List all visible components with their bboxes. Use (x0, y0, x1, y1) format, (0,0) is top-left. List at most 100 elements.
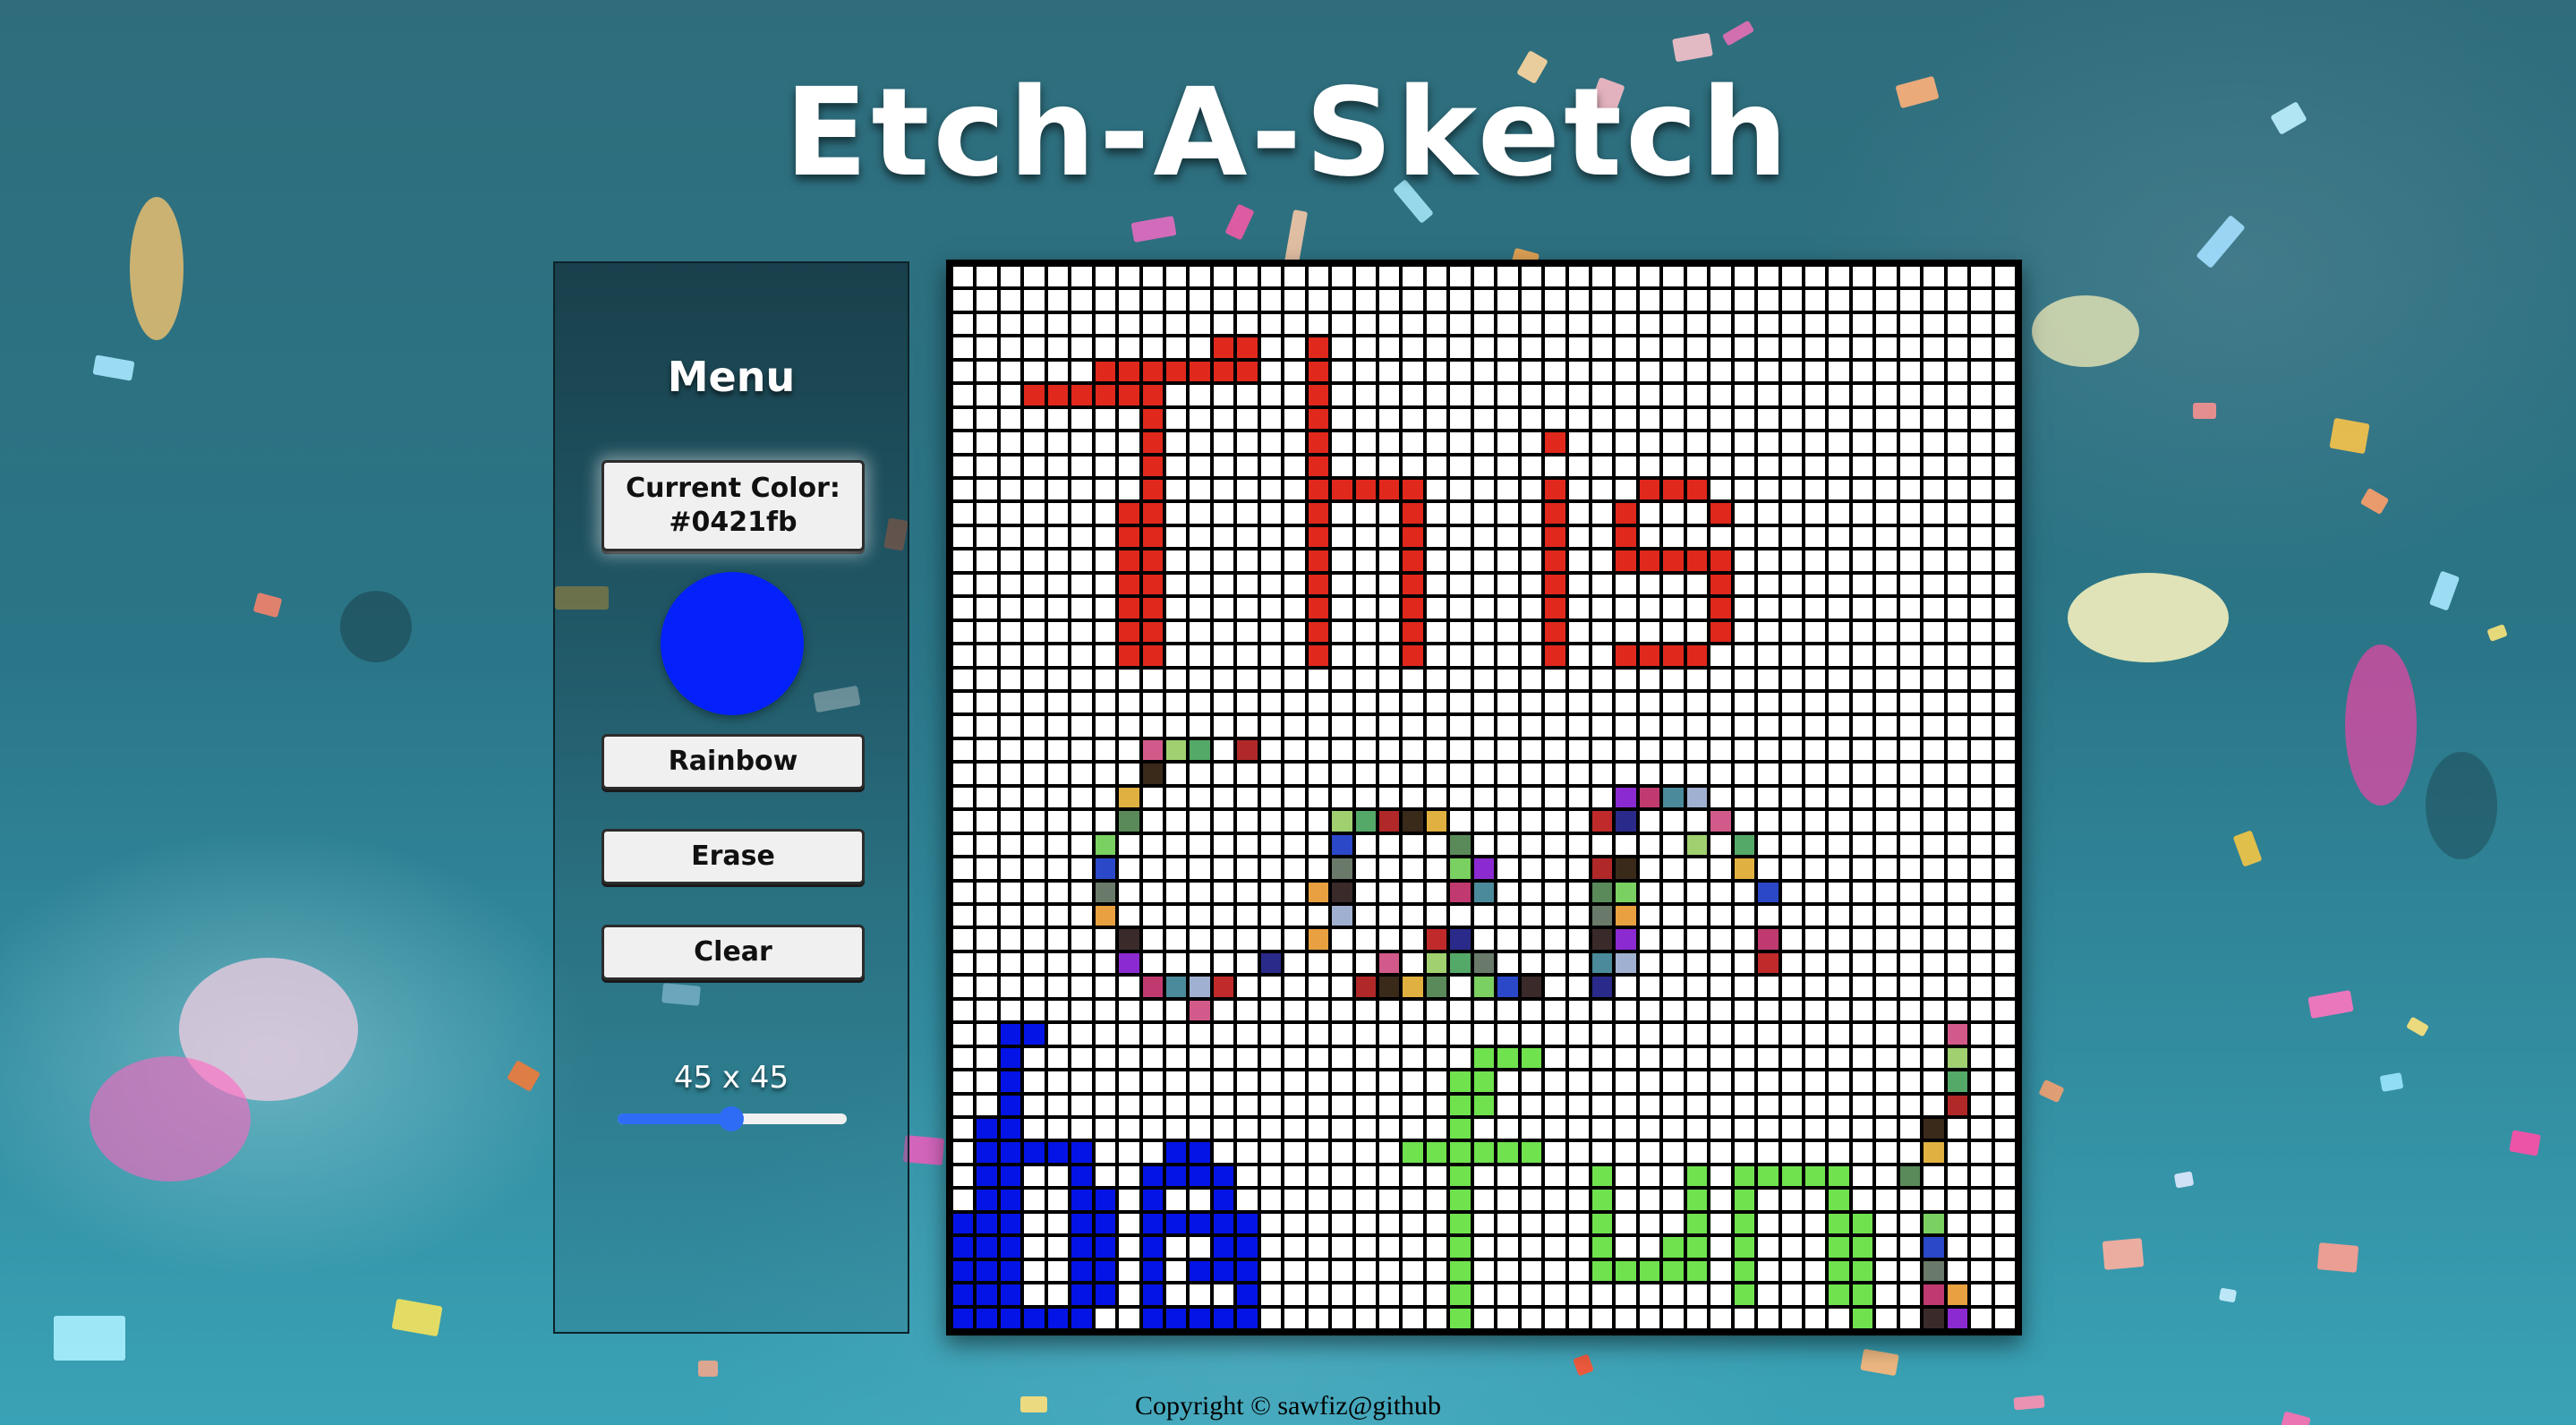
grid-cell[interactable] (1260, 811, 1282, 832)
grid-cell[interactable] (1686, 811, 1708, 832)
grid-cell[interactable] (1758, 811, 1778, 832)
grid-cell[interactable] (1142, 1095, 1163, 1115)
grid-cell[interactable] (1379, 739, 1400, 761)
grid-cell[interactable] (1237, 716, 1258, 737)
grid-cell[interactable] (1899, 693, 1921, 713)
grid-cell[interactable] (1639, 621, 1660, 643)
grid-cell[interactable] (1616, 764, 1636, 784)
grid-cell[interactable] (1213, 408, 1234, 430)
grid-cell[interactable] (1355, 669, 1376, 689)
grid-cell[interactable] (1213, 977, 1234, 997)
grid-cell[interactable] (1663, 1000, 1684, 1021)
grid-cell[interactable] (1071, 882, 1092, 902)
grid-cell[interactable] (1971, 1024, 1992, 1045)
grid-cell[interactable] (977, 858, 997, 879)
grid-cell[interactable] (1947, 858, 1968, 879)
grid-cell[interactable] (1852, 1165, 1873, 1187)
grid-cell[interactable] (1095, 456, 1116, 476)
grid-cell[interactable] (1213, 811, 1234, 832)
grid-cell[interactable] (1213, 1071, 1234, 1092)
grid-cell[interactable] (1805, 977, 1826, 997)
grid-cell[interactable] (1971, 1119, 1992, 1139)
grid-cell[interactable] (1639, 739, 1660, 761)
grid-cell[interactable] (1616, 432, 1636, 453)
grid-cell[interactable] (1852, 313, 1873, 335)
grid-cell[interactable] (1450, 526, 1471, 548)
grid-cell[interactable] (1142, 977, 1163, 997)
grid-cell[interactable] (1119, 1119, 1139, 1139)
grid-cell[interactable] (1024, 716, 1045, 737)
grid-cell[interactable] (1686, 480, 1708, 500)
grid-cell[interactable] (1805, 764, 1826, 784)
grid-cell[interactable] (1899, 977, 1921, 997)
grid-cell[interactable] (1260, 1213, 1282, 1234)
grid-cell[interactable] (1686, 739, 1708, 761)
grid-cell[interactable] (1686, 1308, 1708, 1328)
grid-cell[interactable] (1781, 929, 1802, 950)
grid-cell[interactable] (1545, 621, 1565, 643)
grid-cell[interactable] (1686, 858, 1708, 879)
grid-cell[interactable] (1852, 693, 1873, 713)
grid-cell[interactable] (1071, 1119, 1092, 1139)
grid-cell[interactable] (1829, 1047, 1849, 1069)
grid-cell[interactable] (1592, 1308, 1613, 1328)
grid-cell[interactable] (1426, 1000, 1447, 1021)
grid-cell[interactable] (1829, 1284, 1849, 1305)
grid-cell[interactable] (1119, 598, 1139, 619)
grid-cell[interactable] (1379, 337, 1400, 358)
grid-cell[interactable] (1781, 764, 1802, 784)
grid-cell[interactable] (1355, 267, 1376, 287)
grid-cell[interactable] (1284, 1213, 1305, 1234)
grid-cell[interactable] (1379, 361, 1400, 382)
grid-cell[interactable] (1379, 645, 1400, 666)
grid-cell[interactable] (1426, 432, 1447, 453)
grid-cell[interactable] (1000, 1000, 1021, 1021)
grid-cell[interactable] (1403, 693, 1423, 713)
grid-cell[interactable] (953, 1024, 974, 1045)
grid-cell[interactable] (1592, 1047, 1613, 1069)
grid-cell[interactable] (1899, 267, 1921, 287)
grid-cell[interactable] (1047, 385, 1069, 405)
grid-cell[interactable] (1308, 929, 1329, 950)
grid-cell[interactable] (1829, 858, 1849, 879)
grid-cell[interactable] (1971, 1142, 1992, 1163)
grid-cell[interactable] (953, 693, 974, 713)
grid-cell[interactable] (1639, 1000, 1660, 1021)
grid-cell[interactable] (1663, 290, 1684, 311)
grid-cell[interactable] (1308, 432, 1329, 453)
grid-cell[interactable] (1545, 1237, 1565, 1258)
grid-cell[interactable] (1568, 1142, 1589, 1163)
grid-cell[interactable] (1071, 1095, 1092, 1115)
grid-cell[interactable] (1308, 1095, 1329, 1115)
grid-cell[interactable] (1923, 598, 1944, 619)
grid-cell[interactable] (1142, 337, 1163, 358)
grid-cell[interactable] (1663, 1047, 1684, 1069)
grid-cell[interactable] (1805, 645, 1826, 666)
grid-cell[interactable] (1473, 385, 1495, 405)
grid-cell[interactable] (1047, 645, 1069, 666)
grid-cell[interactable] (1284, 1260, 1305, 1282)
grid-cell[interactable] (1000, 787, 1021, 808)
grid-cell[interactable] (1923, 739, 1944, 761)
grid-cell[interactable] (1805, 1165, 1826, 1187)
grid-cell[interactable] (1805, 290, 1826, 311)
grid-cell[interactable] (1000, 598, 1021, 619)
grid-cell[interactable] (1686, 267, 1708, 287)
grid-cell[interactable] (1592, 1165, 1613, 1187)
grid-cell[interactable] (1521, 716, 1542, 737)
grid-cell[interactable] (1166, 1308, 1187, 1328)
grid-cell[interactable] (1876, 621, 1897, 643)
grid-cell[interactable] (1521, 408, 1542, 430)
grid-cell[interactable] (1000, 1024, 1021, 1045)
grid-cell[interactable] (1616, 929, 1636, 950)
grid-cell[interactable] (1639, 313, 1660, 335)
grid-cell[interactable] (1852, 929, 1873, 950)
grid-cell[interactable] (1947, 882, 1968, 902)
grid-cell[interactable] (1521, 1119, 1542, 1139)
grid-cell[interactable] (1592, 1190, 1613, 1210)
grid-cell[interactable] (1403, 621, 1423, 643)
grid-cell[interactable] (1142, 574, 1163, 595)
grid-cell[interactable] (1734, 313, 1755, 335)
grid-cell[interactable] (1734, 385, 1755, 405)
grid-cell[interactable] (1545, 669, 1565, 689)
